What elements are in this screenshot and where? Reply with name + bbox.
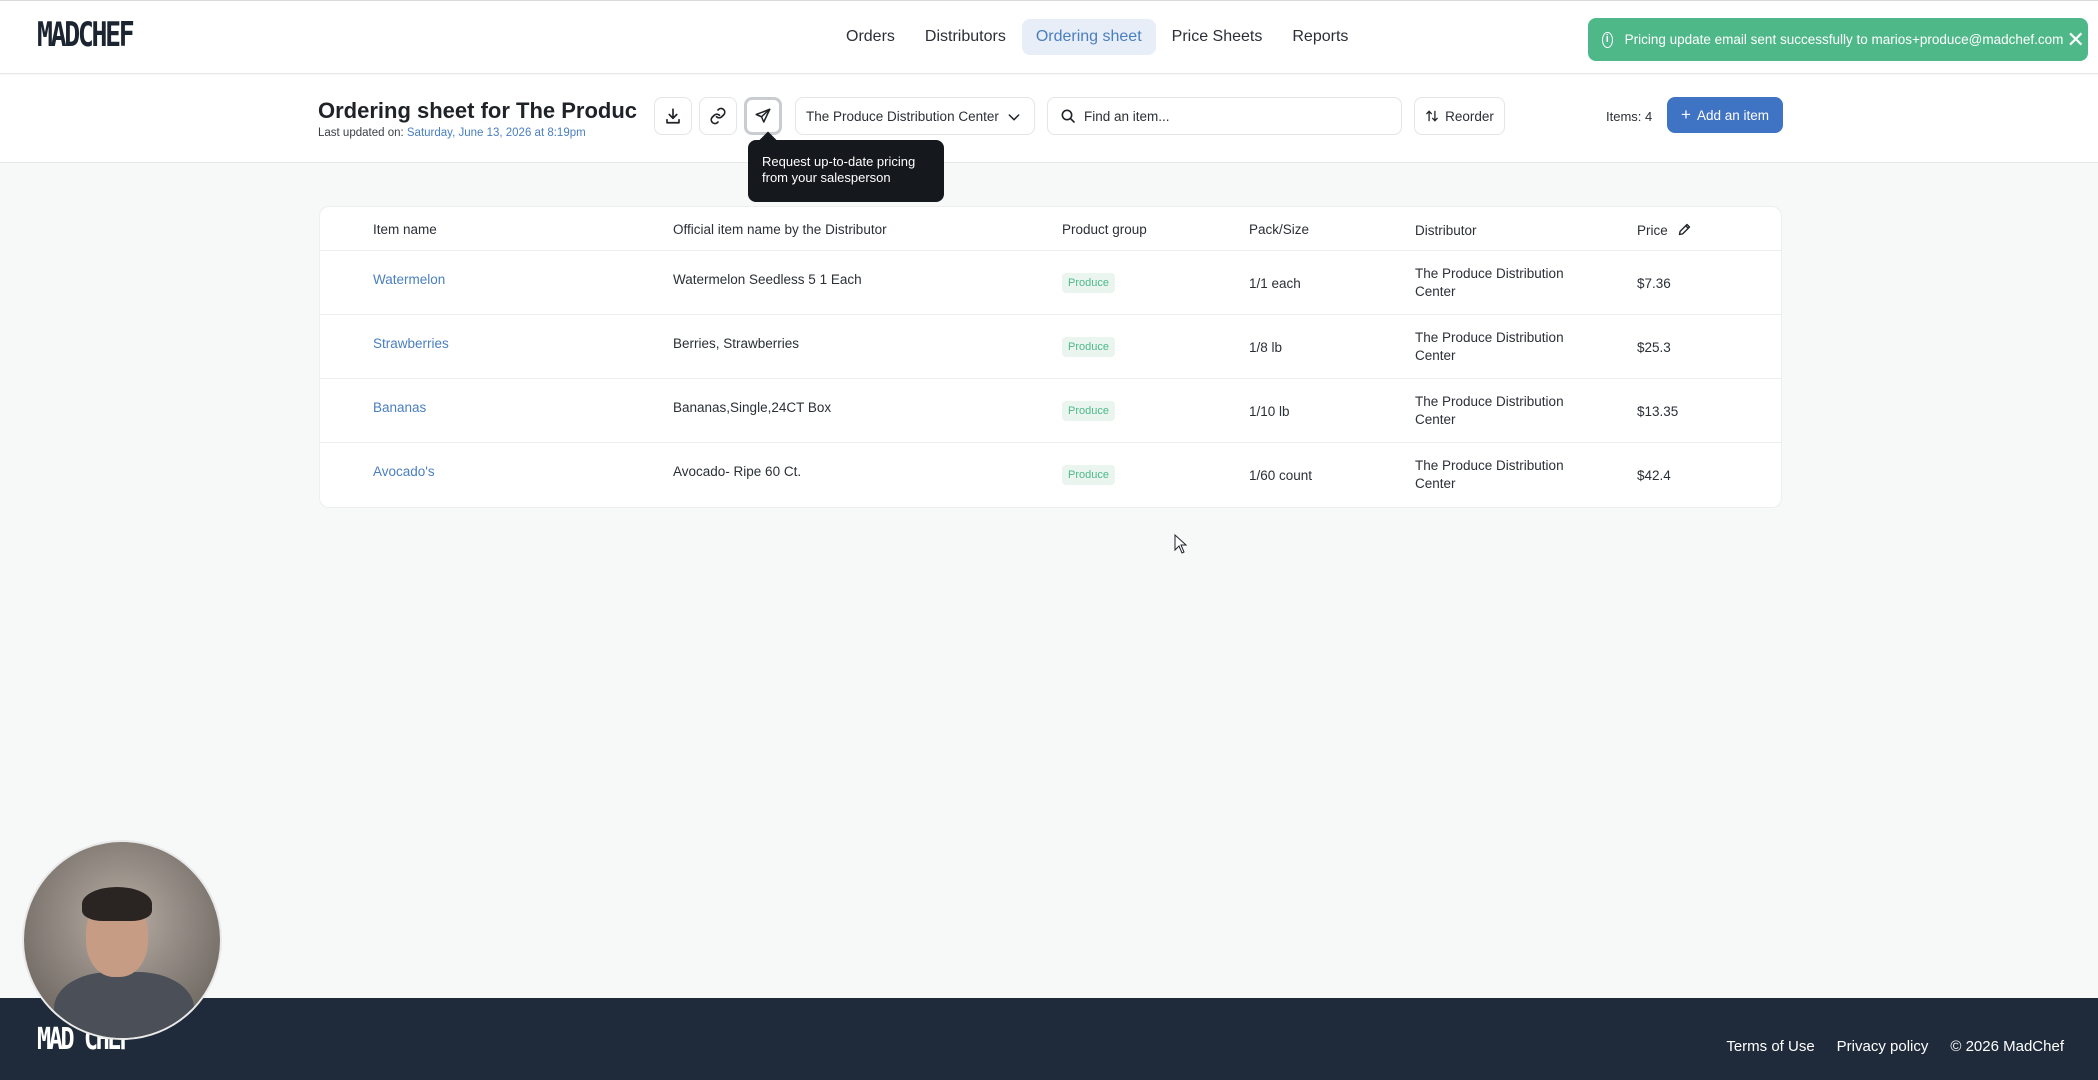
reorder-label: Reorder xyxy=(1445,108,1494,124)
search-icon xyxy=(1061,109,1075,123)
sheet-toolbar: Ordering sheet for The Produc... Last up… xyxy=(0,75,2098,163)
nav-orders[interactable]: Orders xyxy=(832,19,909,55)
page-title: Ordering sheet for The Produc... xyxy=(318,98,638,123)
header-price: Price xyxy=(1637,222,1692,238)
header-official-name[interactable]: Official item name by the Distributor xyxy=(673,222,887,237)
search-box xyxy=(1047,97,1402,135)
top-navigation-bar: MADCHEF Orders Distributors Ordering she… xyxy=(0,0,2098,74)
product-group-badge: Produce xyxy=(1062,337,1115,357)
plus-icon: + xyxy=(1681,105,1691,124)
pack-size: 1/10 lb xyxy=(1249,404,1290,419)
link-icon xyxy=(710,107,726,125)
chevron-down-icon xyxy=(1008,114,1020,121)
avatar-body xyxy=(54,972,194,1038)
sort-icon xyxy=(1426,110,1439,122)
footer-links: Terms of Use Privacy policy © 2026 MadCh… xyxy=(1726,1038,2064,1055)
reorder-button[interactable]: Reorder xyxy=(1414,97,1505,135)
mouse-cursor-icon xyxy=(1174,534,1188,554)
price: $42.4 xyxy=(1637,468,1671,483)
pack-size: 1/1 each xyxy=(1249,276,1301,291)
distributor-select[interactable]: The Produce Distribution Center xyxy=(795,97,1035,135)
distributor-name: The Produce Distribution Center xyxy=(1415,394,1564,427)
download-icon xyxy=(666,108,680,124)
webcam-avatar xyxy=(22,840,222,1040)
table-row[interactable]: Strawberries Berries, Strawberries Produ… xyxy=(320,315,1781,379)
add-item-button[interactable]: + Add an item xyxy=(1667,97,1783,133)
item-name-link[interactable]: Bananas xyxy=(373,400,426,415)
header-pack-size[interactable]: Pack/Size xyxy=(1249,222,1309,237)
terms-of-use-link[interactable]: Terms of Use xyxy=(1726,1038,1814,1055)
avatar-hair xyxy=(82,887,152,921)
request-pricing-tooltip: Request up-to-date pricing from your sal… xyxy=(748,140,944,202)
footer: MAD CHEF Terms of Use Privacy policy © 2… xyxy=(0,998,2098,1080)
main-nav: Orders Distributors Ordering sheet Price… xyxy=(832,19,1364,55)
nav-ordering-sheet[interactable]: Ordering sheet xyxy=(1021,19,1156,55)
info-icon: i xyxy=(1602,31,1613,48)
madchef-logo[interactable]: MADCHEF xyxy=(37,15,135,55)
send-icon xyxy=(755,108,771,123)
close-icon[interactable]: ✕ xyxy=(2063,27,2088,53)
last-updated-label: Last updated on: xyxy=(318,127,407,139)
last-updated-date: Saturday, June 13, 2026 at 8:19pm xyxy=(406,127,586,139)
add-item-label: Add an item xyxy=(1696,107,1769,123)
price: $13.35 xyxy=(1637,404,1679,419)
distributor-name: The Produce Distribution Center xyxy=(1415,330,1564,363)
download-button[interactable] xyxy=(654,97,692,135)
distributor-name: The Produce Distribution Center xyxy=(1415,266,1564,299)
pack-size: 1/60 count xyxy=(1249,468,1313,483)
header-product-group[interactable]: Product group xyxy=(1062,222,1147,237)
toast-message: Pricing update email sent successfully t… xyxy=(1624,32,2064,47)
header-price-label: Price xyxy=(1637,223,1668,238)
product-group-badge: Produce xyxy=(1062,465,1115,485)
item-name-link[interactable]: Strawberries xyxy=(373,336,449,351)
item-name-link[interactable]: Watermelon xyxy=(373,272,445,287)
nav-distributors[interactable]: Distributors xyxy=(911,19,1020,55)
copy-link-button[interactable] xyxy=(699,97,737,135)
distributor-select-value: The Produce Distribution Center xyxy=(806,108,999,124)
privacy-policy-link[interactable]: Privacy policy xyxy=(1837,1038,1929,1055)
nav-reports[interactable]: Reports xyxy=(1278,19,1362,55)
table-header: Item name Official item name by the Dist… xyxy=(320,207,1781,251)
nav-price-sheets[interactable]: Price Sheets xyxy=(1158,19,1277,55)
copyright: © 2026 MadChef xyxy=(1950,1038,2064,1055)
header-distributor[interactable]: Distributor xyxy=(1415,222,1575,240)
item-name-link[interactable]: Avocado's xyxy=(373,464,435,479)
official-name: Watermelon Seedless 5 1 Each xyxy=(673,272,862,287)
product-group-badge: Produce xyxy=(1062,401,1115,421)
official-name: Berries, Strawberries xyxy=(673,336,800,351)
official-name: Bananas,Single,24CT Box xyxy=(673,400,832,415)
distributor-name: The Produce Distribution Center xyxy=(1415,458,1564,491)
price: $25.3 xyxy=(1637,340,1671,355)
last-updated: Last updated on: Saturday, June 13, 2026… xyxy=(318,127,586,139)
table-row[interactable]: Avocado's Avocado- Ripe 60 Ct. Produce 1… xyxy=(320,443,1781,507)
table-row[interactable]: Bananas Bananas,Single,24CT Box Produce … xyxy=(320,379,1781,443)
search-input[interactable] xyxy=(1084,108,1384,124)
official-name: Avocado- Ripe 60 Ct. xyxy=(673,464,802,479)
items-count: Items: 4 xyxy=(1606,109,1653,124)
price: $7.36 xyxy=(1637,276,1671,291)
edit-pencil-icon[interactable] xyxy=(1677,222,1692,237)
request-pricing-button[interactable] xyxy=(744,97,782,135)
success-toast: i Pricing update email sent successfully… xyxy=(1588,18,2088,61)
header-item-name[interactable]: Item name xyxy=(373,222,437,237)
table-row[interactable]: Watermelon Watermelon Seedless 5 1 Each … xyxy=(320,251,1781,315)
product-group-badge: Produce xyxy=(1062,273,1115,293)
ordering-sheet-table: Item name Official item name by the Dist… xyxy=(319,206,1782,508)
pack-size: 1/8 lb xyxy=(1249,340,1283,355)
